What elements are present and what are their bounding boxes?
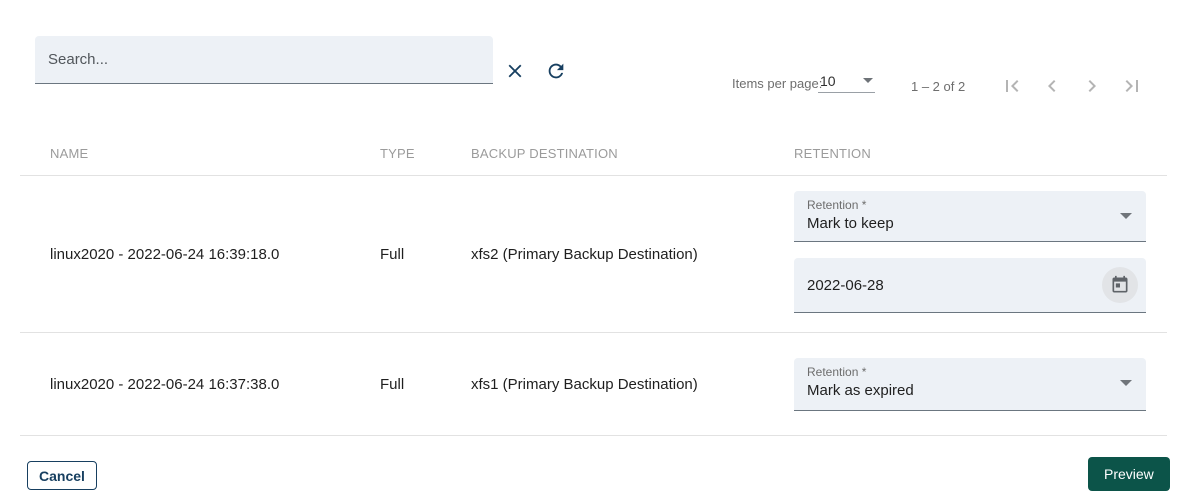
table-header-row: NAME TYPE BACKUP DESTINATION RETENTION: [20, 131, 1167, 176]
close-icon: [508, 64, 522, 78]
retention-select[interactable]: Retention * Mark as expired: [794, 358, 1146, 411]
chevron-down-icon: [1120, 380, 1132, 386]
retention-field-label: Retention *: [807, 198, 867, 212]
page-size-select[interactable]: 10: [818, 71, 875, 93]
backup-destination: xfs2 (Primary Backup Destination): [471, 245, 698, 263]
refresh-button[interactable]: [544, 59, 568, 83]
backup-type: Full: [380, 245, 405, 263]
backups-table: NAME TYPE BACKUP DESTINATION RETENTION l…: [20, 131, 1167, 436]
datepicker-toggle-button[interactable]: [1102, 267, 1138, 303]
preview-button[interactable]: Preview: [1088, 457, 1170, 491]
retention-field-value: Mark to keep: [807, 215, 894, 232]
keep-until-date-field[interactable]: 2022-06-28: [794, 258, 1146, 313]
chevron-down-icon: [863, 78, 873, 83]
chevron-left-icon: [1048, 80, 1056, 92]
page-size-value: 10: [820, 72, 836, 89]
last-page-icon: [1125, 80, 1138, 92]
next-page-button[interactable]: [1080, 74, 1104, 98]
backup-retention-panel: Items per page: 10 1 – 2 of 2 NAME TYPE …: [0, 0, 1185, 503]
backup-name: linux2020 - 2022-06-24 16:39:18.0: [50, 245, 280, 263]
calendar-icon: [1112, 275, 1128, 293]
previous-page-button[interactable]: [1040, 74, 1064, 98]
backup-destination: xfs1 (Primary Backup Destination): [471, 375, 698, 393]
cancel-button[interactable]: Cancel: [27, 461, 97, 490]
items-per-page-label: Items per page:: [732, 76, 823, 91]
retention-select[interactable]: Retention * Mark to keep: [794, 191, 1146, 242]
backup-name: linux2020 - 2022-06-24 16:37:38.0: [50, 375, 280, 393]
paginator-range-label: 1 – 2 of 2: [911, 79, 966, 94]
search-field: [35, 36, 493, 84]
first-page-icon: [1006, 80, 1019, 92]
refresh-icon: [548, 63, 564, 79]
last-page-button[interactable]: [1120, 74, 1144, 98]
search-input[interactable]: [35, 36, 493, 83]
column-header-retention: RETENTION: [794, 145, 871, 161]
column-header-backup-destination: BACKUP DESTINATION: [471, 145, 618, 161]
first-page-button[interactable]: [1000, 74, 1024, 98]
column-header-name: NAME: [50, 145, 89, 161]
chevron-right-icon: [1088, 80, 1096, 92]
chevron-down-icon: [1120, 213, 1132, 219]
retention-field-value: Mark as expired: [807, 382, 914, 399]
clear-search-button[interactable]: [503, 59, 527, 83]
retention-cell: Retention * Mark as expired: [794, 333, 1167, 435]
backup-type: Full: [380, 375, 405, 393]
table-row: linux2020 - 2022-06-24 16:39:18.0 Full x…: [20, 176, 1167, 333]
column-header-type: TYPE: [380, 145, 415, 161]
retention-cell: Retention * Mark to keep 2022-06-28: [794, 176, 1167, 332]
retention-field-label: Retention *: [807, 365, 867, 379]
table-row: linux2020 - 2022-06-24 16:37:38.0 Full x…: [20, 333, 1167, 436]
keep-until-date-value: 2022-06-28: [807, 276, 884, 294]
